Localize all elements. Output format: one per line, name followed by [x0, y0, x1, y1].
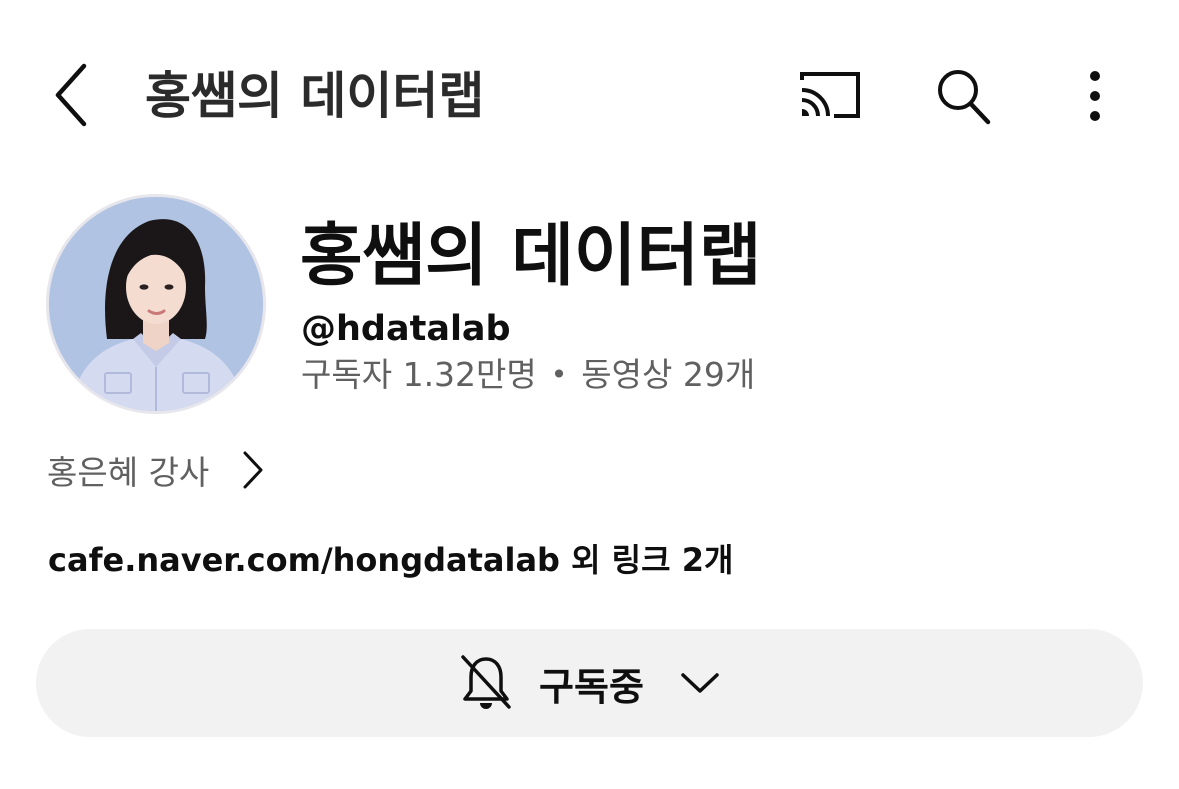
- cast-button[interactable]: [790, 60, 870, 132]
- page-title: 홍쌤의 데이터랩: [145, 67, 485, 125]
- search-icon: [938, 70, 991, 125]
- subscriber-count: 구독자 1.32만명: [301, 355, 537, 394]
- channel-owner-link[interactable]: 홍은혜 강사: [47, 444, 265, 496]
- chevron-down-icon: [680, 671, 720, 695]
- back-arrow-icon: [55, 63, 87, 127]
- video-count: 동영상 29개: [581, 355, 756, 394]
- channel-avatar[interactable]: [46, 194, 266, 414]
- search-button[interactable]: [925, 60, 1001, 132]
- chevron-right-icon: [241, 450, 265, 490]
- channel-links[interactable]: cafe.naver.com/hongdatalab 외 링크 2개: [48, 536, 733, 584]
- bell-off-icon: [459, 653, 513, 713]
- channel-handle: @hdatalab: [301, 309, 511, 349]
- channel-stats: 구독자 1.32만명 • 동영상 29개: [301, 352, 755, 398]
- stats-separator: •: [550, 358, 568, 391]
- back-button[interactable]: [40, 58, 104, 132]
- avatar-image: [49, 197, 263, 411]
- channel-name: 홍쌤의 데이터랩: [300, 217, 762, 296]
- more-vertical-icon: [1090, 71, 1100, 121]
- cast-icon: [800, 72, 860, 118]
- subscribed-label: 구독중: [539, 664, 644, 709]
- top-app-bar: 홍쌤의 데이터랩: [0, 0, 1179, 190]
- more-options-button[interactable]: [1064, 60, 1126, 132]
- subscribed-button[interactable]: 구독중: [36, 629, 1143, 737]
- owner-label: 홍은혜 강사: [47, 453, 210, 492]
